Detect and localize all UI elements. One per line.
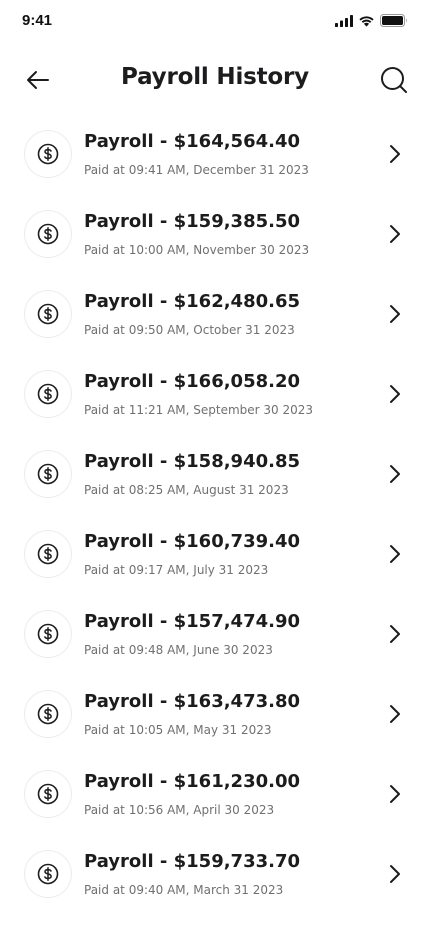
payroll-amount: Payroll - $157,474.90 <box>84 611 301 632</box>
dollar-coin-icon <box>24 530 72 578</box>
payroll-paid-at: Paid at 09:50 AM, October 31 2023 <box>84 323 295 337</box>
dollar-coin-icon <box>24 770 72 818</box>
payroll-item[interactable]: Payroll - $160,739.40 Paid at 09:17 AM, … <box>0 514 430 594</box>
status-time: 9:41 <box>22 12 53 29</box>
payroll-paid-at: Paid at 10:05 AM, May 31 2023 <box>84 723 272 737</box>
dollar-coin-icon <box>24 450 72 498</box>
payroll-item[interactable]: Payroll - $159,385.50 Paid at 10:00 AM, … <box>0 194 430 274</box>
chevron-right-icon <box>388 383 402 405</box>
dollar-coin-icon <box>24 610 72 658</box>
page-title: Payroll History <box>121 64 309 90</box>
payroll-item[interactable]: Payroll - $162,480.65 Paid at 09:50 AM, … <box>0 274 430 354</box>
payroll-amount: Payroll - $161,230.00 <box>84 771 301 792</box>
payroll-item[interactable]: Payroll - $164,564.40 Paid at 09:41 AM, … <box>0 114 430 194</box>
chevron-right-icon <box>388 703 402 725</box>
dollar-coin-icon <box>24 690 72 738</box>
payroll-paid-at: Paid at 10:56 AM, April 30 2023 <box>84 803 275 817</box>
payroll-paid-at: Paid at 09:48 AM, June 30 2023 <box>84 643 273 657</box>
payroll-amount: Payroll - $164,564.40 <box>84 131 301 152</box>
payroll-amount: Payroll - $160,739.40 <box>84 531 301 552</box>
payroll-item[interactable]: Payroll - $158,940.85 Paid at 08:25 AM, … <box>0 434 430 514</box>
payroll-paid-at: Paid at 09:40 AM, March 31 2023 <box>84 883 284 897</box>
payroll-amount: Payroll - $159,385.50 <box>84 211 301 232</box>
header: Payroll History <box>0 56 430 104</box>
payroll-amount: Payroll - $159,733.70 <box>84 851 301 872</box>
dollar-coin-icon <box>24 210 72 258</box>
chevron-right-icon <box>388 223 402 245</box>
search-icon <box>381 67 407 93</box>
chevron-right-icon <box>388 463 402 485</box>
search-button[interactable] <box>378 64 410 96</box>
payroll-item[interactable]: Payroll - $157,474.90 Paid at 09:48 AM, … <box>0 594 430 674</box>
payroll-paid-at: Paid at 11:21 AM, September 30 2023 <box>84 403 314 417</box>
chevron-right-icon <box>388 303 402 325</box>
cellular-signal-icon <box>335 14 353 27</box>
dollar-coin-icon <box>24 850 72 898</box>
dollar-coin-icon <box>24 130 72 178</box>
payroll-item[interactable]: Payroll - $159,733.70 Paid at 09:40 AM, … <box>0 834 430 914</box>
status-icons <box>335 14 408 27</box>
payroll-item[interactable]: Payroll - $163,473.80 Paid at 10:05 AM, … <box>0 674 430 754</box>
chevron-right-icon <box>388 623 402 645</box>
payroll-paid-at: Paid at 09:17 AM, July 31 2023 <box>84 563 269 577</box>
payroll-item[interactable]: Payroll - $161,230.00 Paid at 10:56 AM, … <box>0 754 430 834</box>
payroll-amount: Payroll - $158,940.85 <box>84 451 301 472</box>
payroll-list: Payroll - $164,564.40 Paid at 09:41 AM, … <box>0 114 430 914</box>
payroll-paid-at: Paid at 09:41 AM, December 31 2023 <box>84 163 309 177</box>
payroll-paid-at: Paid at 10:00 AM, November 30 2023 <box>84 243 310 257</box>
wifi-icon <box>359 15 374 27</box>
status-bar: 9:41 <box>0 0 430 44</box>
dollar-coin-icon <box>24 370 72 418</box>
chevron-right-icon <box>388 783 402 805</box>
battery-icon <box>380 14 407 27</box>
chevron-right-icon <box>388 543 402 565</box>
payroll-amount: Payroll - $163,473.80 <box>84 691 301 712</box>
payroll-item[interactable]: Payroll - $166,058.20 Paid at 11:21 AM, … <box>0 354 430 434</box>
chevron-right-icon <box>388 143 402 165</box>
chevron-right-icon <box>388 863 402 885</box>
payroll-amount: Payroll - $162,480.65 <box>84 291 301 312</box>
payroll-paid-at: Paid at 08:25 AM, August 31 2023 <box>84 483 289 497</box>
payroll-amount: Payroll - $166,058.20 <box>84 371 301 392</box>
dollar-coin-icon <box>24 290 72 338</box>
